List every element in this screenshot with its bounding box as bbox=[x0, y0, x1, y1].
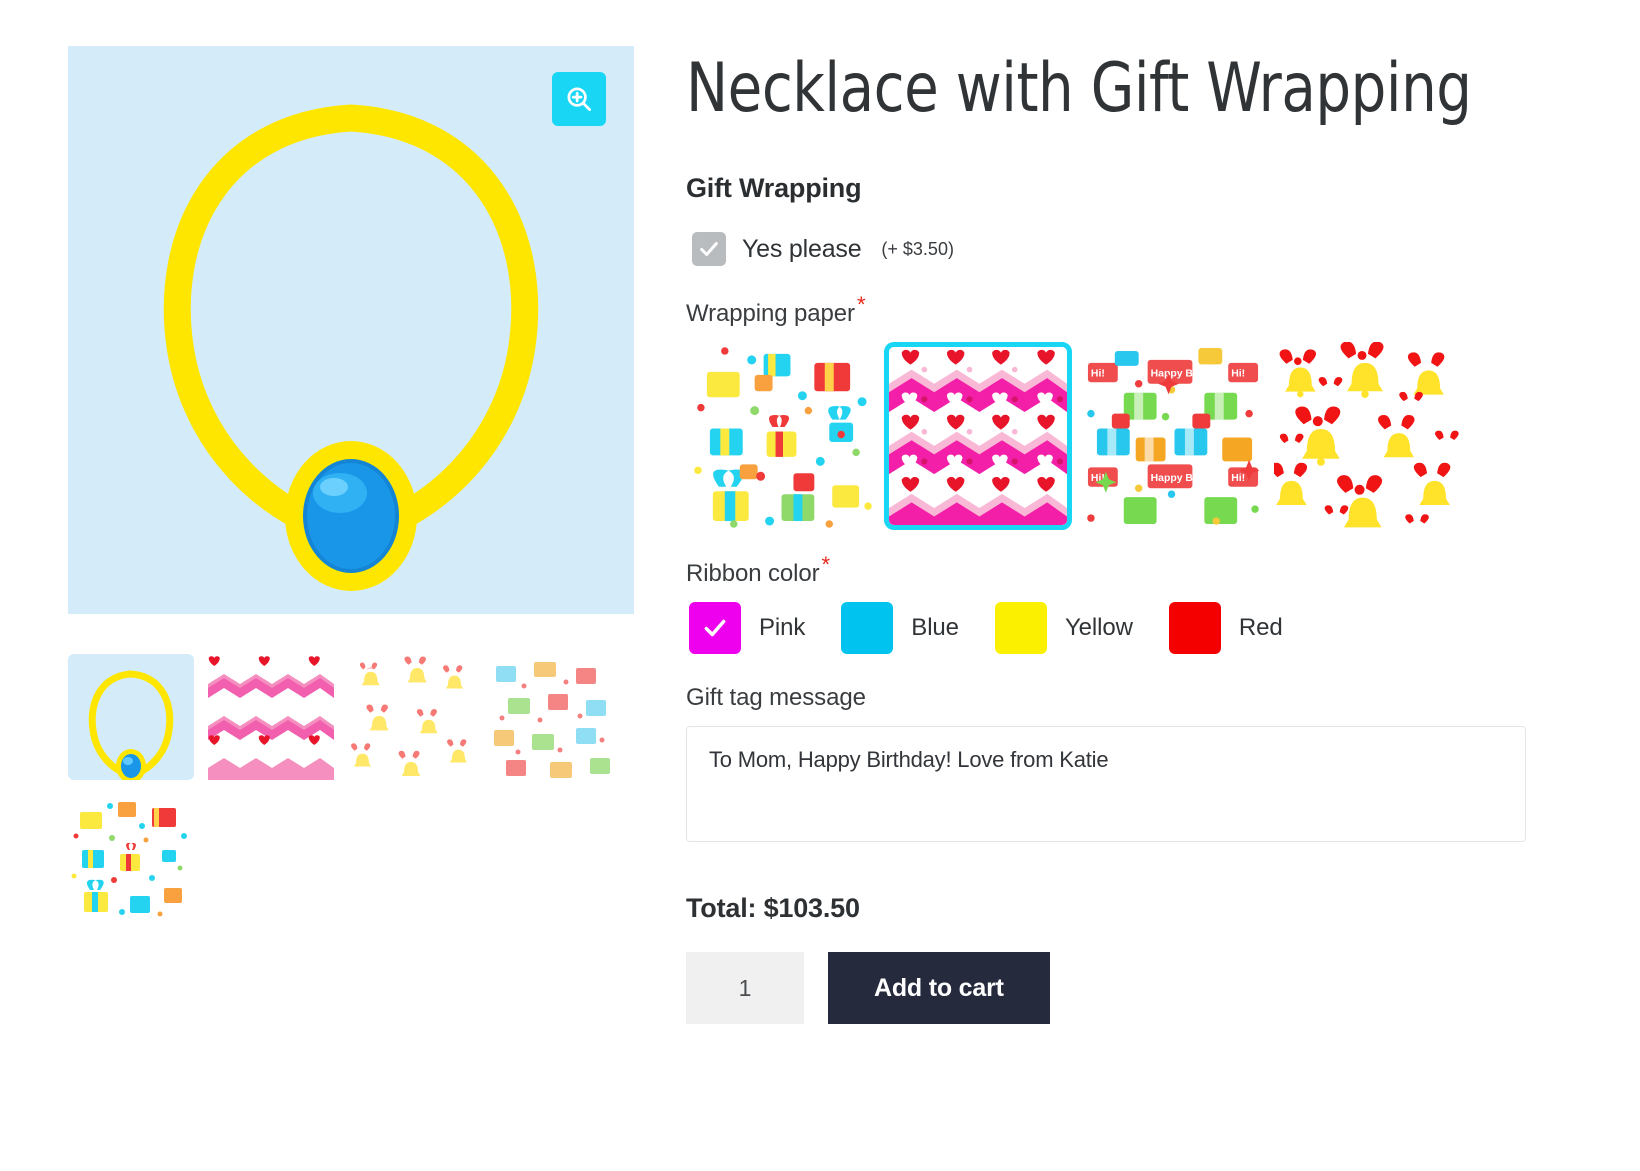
svg-text:Happy B!: Happy B! bbox=[1151, 369, 1197, 380]
ribbon-option-red[interactable]: Red bbox=[1168, 602, 1283, 655]
ribbon-swatch-pink[interactable] bbox=[689, 602, 741, 655]
wrapping-paper-field: Wrapping paper* Hi! Happy B! Hi! Hi! Hap… bbox=[686, 294, 1580, 531]
ribbon-color-options: Pink Blue Yellow Red bbox=[686, 602, 1580, 655]
quantity-input[interactable] bbox=[686, 952, 804, 1025]
ribbon-label-pink: Pink bbox=[759, 614, 806, 642]
wrapping-paper-option-pink-hearts-chevron[interactable] bbox=[884, 342, 1072, 531]
wrapping-paper-label-text: Wrapping paper bbox=[686, 300, 855, 328]
ribbon-swatch-red[interactable] bbox=[1168, 602, 1221, 655]
gift-wrapping-checkbox[interactable] bbox=[692, 232, 726, 267]
pink-hearts-chevron-swatch-icon bbox=[889, 347, 1067, 526]
page-title: Necklace with Gift Wrapping bbox=[686, 49, 1472, 128]
zoom-icon[interactable] bbox=[552, 72, 606, 126]
total-price: Total: $103.50 bbox=[686, 893, 860, 924]
necklace-thumb-icon bbox=[88, 670, 174, 780]
thumbnail-strip bbox=[68, 654, 638, 918]
ribbon-label-blue: Blue bbox=[911, 614, 959, 642]
svg-text:Hi!: Hi! bbox=[1231, 473, 1245, 484]
thumbnail-necklace[interactable] bbox=[68, 654, 194, 780]
ribbon-swatch-yellow[interactable] bbox=[994, 602, 1047, 655]
pink-hearts-chevron-thumb-icon bbox=[208, 654, 334, 780]
bells-and-bows-swatch-icon bbox=[1274, 342, 1462, 531]
ribbon-color-field: Ribbon color* Pink Blue Yellow Red bbox=[686, 554, 1580, 655]
thumbnail-happy-birthday[interactable] bbox=[488, 654, 614, 780]
ribbon-color-label-text: Ribbon color bbox=[686, 560, 820, 588]
ribbon-option-blue[interactable]: Blue bbox=[841, 602, 959, 655]
add-to-cart-button[interactable]: Add to cart bbox=[828, 952, 1050, 1025]
happy-birthday-thumb-icon bbox=[488, 654, 614, 780]
gift-boxes-confetti-swatch-icon bbox=[689, 342, 877, 531]
gift-wrapping-checkbox-row[interactable]: Yes please (+ $3.50) bbox=[686, 232, 1580, 267]
ribbon-option-pink[interactable]: Pink bbox=[689, 602, 806, 655]
required-asterisk: * bbox=[821, 552, 831, 578]
gift-wrapping-heading: Gift Wrapping bbox=[686, 173, 862, 204]
gift-tag-message-input[interactable] bbox=[686, 726, 1526, 843]
happy-birthday-swatch-icon: Hi! Happy B! Hi! Hi! Happy B! Hi! bbox=[1079, 342, 1267, 531]
gift-wrapping-price: (+ $3.50) bbox=[881, 238, 954, 259]
wrapping-paper-option-happy-birthday[interactable]: Hi! Happy B! Hi! Hi! Happy B! Hi! bbox=[1079, 342, 1267, 531]
product-page: Necklace with Gift Wrapping Gift Wrappin… bbox=[0, 0, 1640, 1171]
ribbon-label-yellow: Yellow bbox=[1064, 614, 1133, 642]
ribbon-option-yellow[interactable]: Yellow bbox=[994, 602, 1133, 655]
gift-tag-label: Gift tag message bbox=[686, 684, 866, 712]
ribbon-color-label: Ribbon color* bbox=[686, 554, 1580, 588]
gift-wrapping-checkbox-label: Yes please bbox=[742, 234, 862, 263]
ribbon-swatch-blue[interactable] bbox=[841, 602, 894, 655]
svg-text:Happy B!: Happy B! bbox=[1151, 473, 1197, 484]
thumbnail-gift-boxes-confetti[interactable] bbox=[68, 792, 194, 918]
thumbnail-pink-hearts-chevron[interactable] bbox=[208, 654, 334, 780]
wrapping-paper-option-bells-and-bows[interactable] bbox=[1274, 342, 1462, 531]
svg-text:Hi!: Hi! bbox=[1231, 369, 1245, 380]
thumbnail-bells-and-bows[interactable] bbox=[348, 654, 474, 780]
add-to-cart-row: Add to cart bbox=[686, 952, 1580, 1025]
wrapping-paper-label: Wrapping paper* bbox=[686, 294, 1580, 328]
svg-text:Hi!: Hi! bbox=[1091, 369, 1105, 380]
product-gallery bbox=[0, 0, 660, 1171]
gift-tag-field: Gift tag message bbox=[686, 684, 1580, 847]
gift-boxes-confetti-thumb-icon bbox=[68, 792, 194, 918]
necklace-illustration bbox=[163, 104, 539, 591]
check-icon bbox=[704, 620, 726, 637]
wrapping-paper-options: Hi! Happy B! Hi! Hi! Happy B! Hi! bbox=[686, 342, 1580, 531]
main-product-image[interactable] bbox=[68, 46, 634, 614]
bells-and-bows-thumb-icon bbox=[348, 654, 474, 780]
required-asterisk: * bbox=[856, 292, 866, 318]
product-summary: Necklace with Gift Wrapping Gift Wrappin… bbox=[660, 0, 1640, 1171]
check-icon bbox=[700, 242, 718, 257]
wrapping-paper-option-gift-boxes-confetti[interactable] bbox=[689, 342, 877, 531]
ribbon-label-red: Red bbox=[1238, 614, 1283, 642]
